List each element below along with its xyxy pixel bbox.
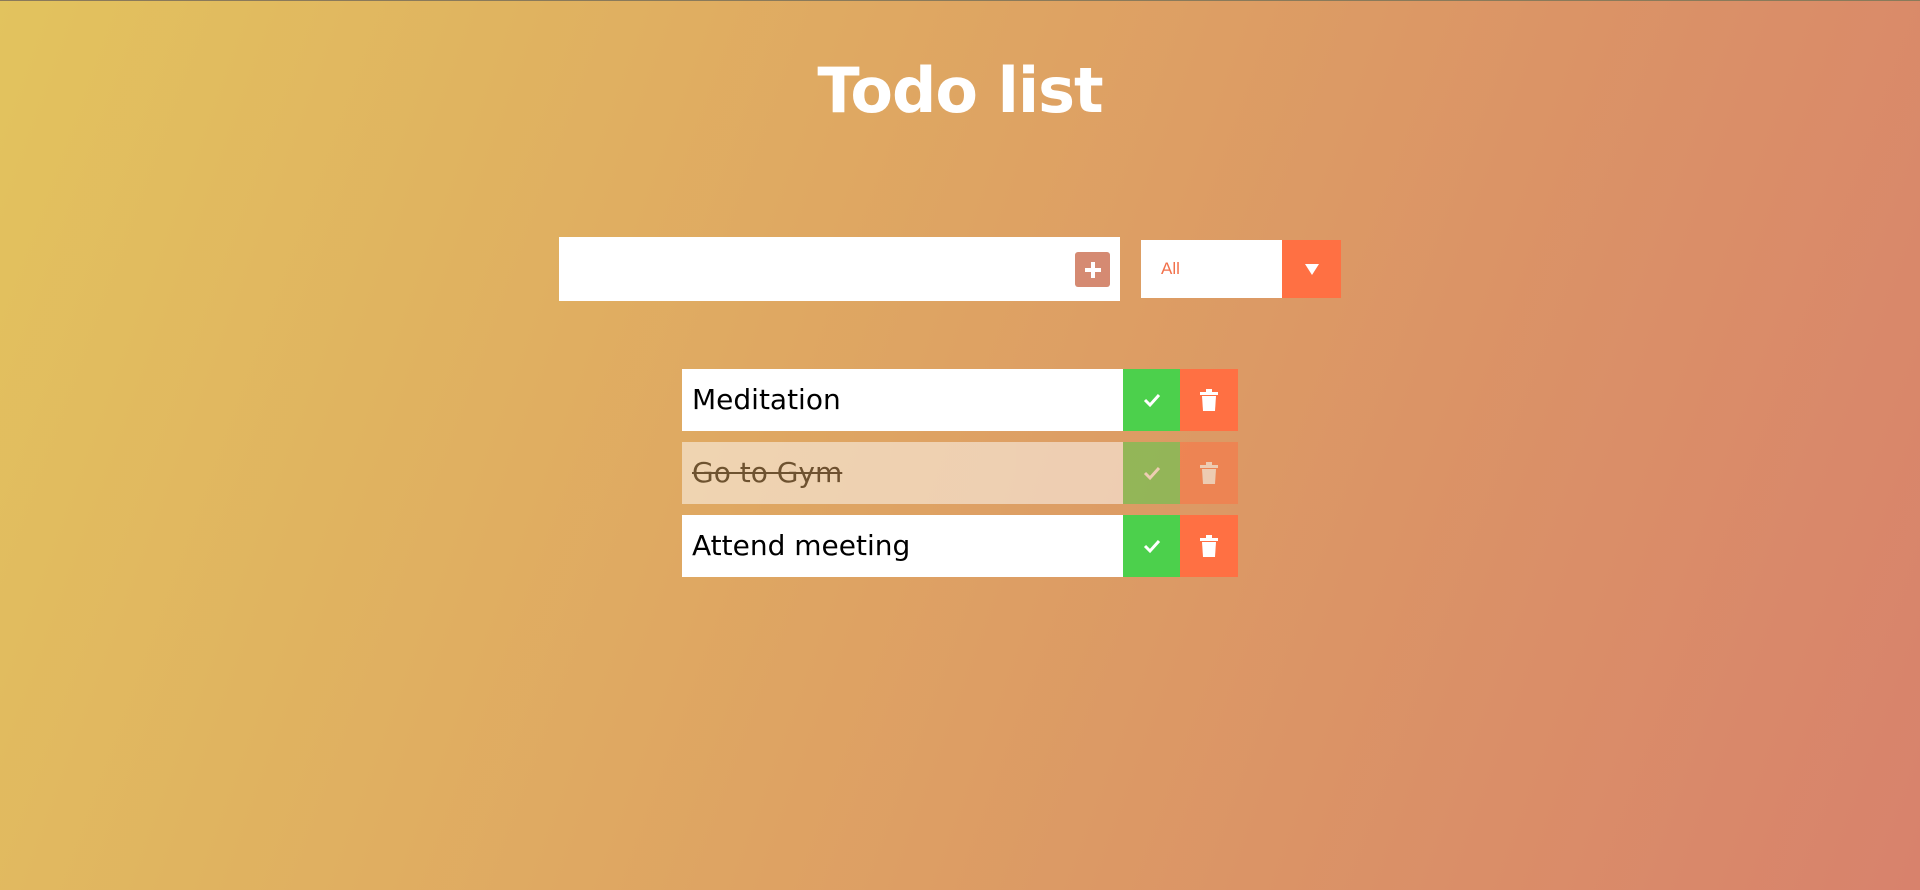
trash-button[interactable] [1180,442,1238,504]
trash-icon [1200,535,1218,557]
add-todo-button[interactable] [1075,252,1110,287]
trash-icon [1200,462,1218,484]
filter-dropdown-button[interactable] [1282,240,1341,298]
triangle-down-icon [1304,264,1319,275]
todo-list: Meditation Go to Gym Attend meeting [682,369,1238,588]
todo-item: Go to Gym [682,442,1238,504]
todo-item: Meditation [682,369,1238,431]
trash-button[interactable] [1180,369,1238,431]
check-icon [1143,466,1160,481]
complete-button[interactable] [1123,515,1180,577]
complete-button[interactable] [1123,369,1180,431]
check-icon [1143,393,1160,408]
check-icon [1143,539,1160,554]
trash-button[interactable] [1180,515,1238,577]
todo-text: Attend meeting [682,515,1123,577]
add-todo-form [559,237,1120,301]
trash-icon [1200,389,1218,411]
todo-input[interactable] [559,237,1059,301]
page-title: Todo list [817,54,1103,127]
todo-text: Go to Gym [682,442,1123,504]
plus-icon [1084,261,1101,278]
todo-text: Meditation [682,369,1123,431]
todo-item: Attend meeting [682,515,1238,577]
filter-select[interactable]: All [1141,240,1341,298]
filter-selected-value: All [1161,259,1180,278]
complete-button[interactable] [1123,442,1180,504]
